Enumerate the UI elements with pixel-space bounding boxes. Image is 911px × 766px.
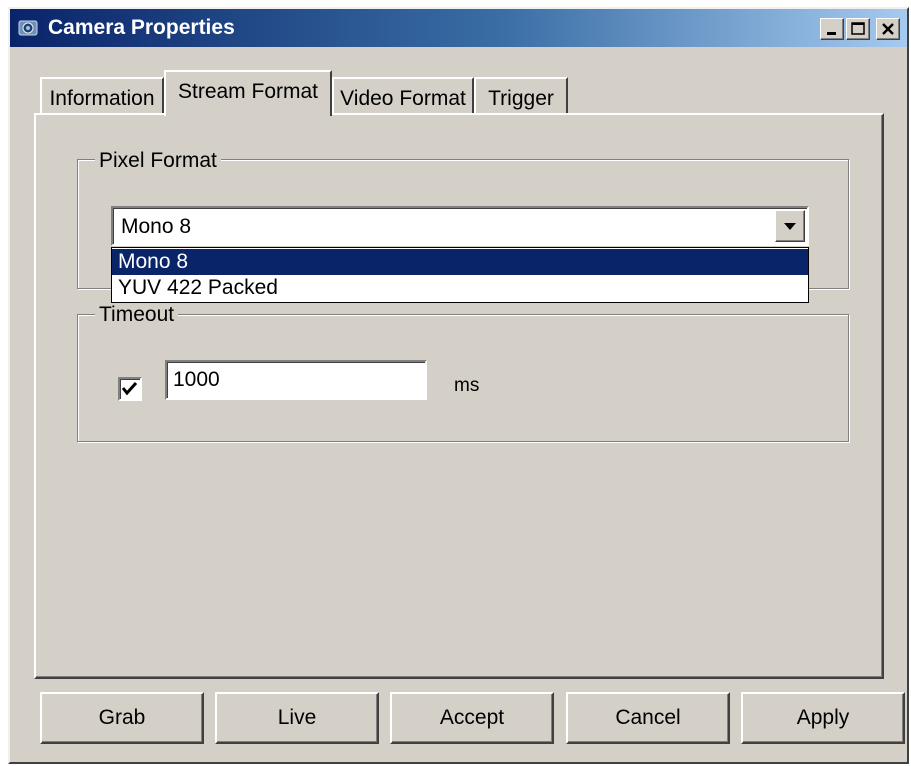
pixel-format-dropdown-list: Mono 8 YUV 422 Packed: [111, 247, 809, 303]
live-button[interactable]: Live: [215, 692, 379, 744]
tab-trigger[interactable]: Trigger: [474, 77, 568, 115]
apply-button[interactable]: Apply: [741, 692, 905, 744]
maximize-icon: [851, 22, 865, 35]
dropdown-option-mono-8[interactable]: Mono 8: [112, 249, 808, 275]
camera-properties-window: Camera Properties Information Stream For…: [8, 7, 909, 764]
close-button[interactable]: [876, 18, 900, 40]
camera-icon: [18, 20, 38, 36]
cancel-button[interactable]: Cancel: [566, 692, 730, 744]
tab-video-format[interactable]: Video Format: [332, 77, 474, 115]
dropdown-option-yuv-422-packed[interactable]: YUV 422 Packed: [112, 275, 808, 301]
minimize-button[interactable]: [820, 18, 844, 40]
maximize-button[interactable]: [846, 18, 870, 40]
stream-format-panel: [34, 113, 884, 679]
close-icon: [882, 23, 894, 35]
accept-button[interactable]: Accept: [390, 692, 554, 744]
tab-information[interactable]: Information: [40, 77, 164, 115]
minimize-icon: [827, 32, 836, 35]
grab-button[interactable]: Grab: [40, 692, 204, 744]
window-title: Camera Properties: [48, 16, 235, 39]
tab-stream-format[interactable]: Stream Format: [164, 70, 332, 116]
title-bar[interactable]: Camera Properties: [10, 9, 907, 47]
